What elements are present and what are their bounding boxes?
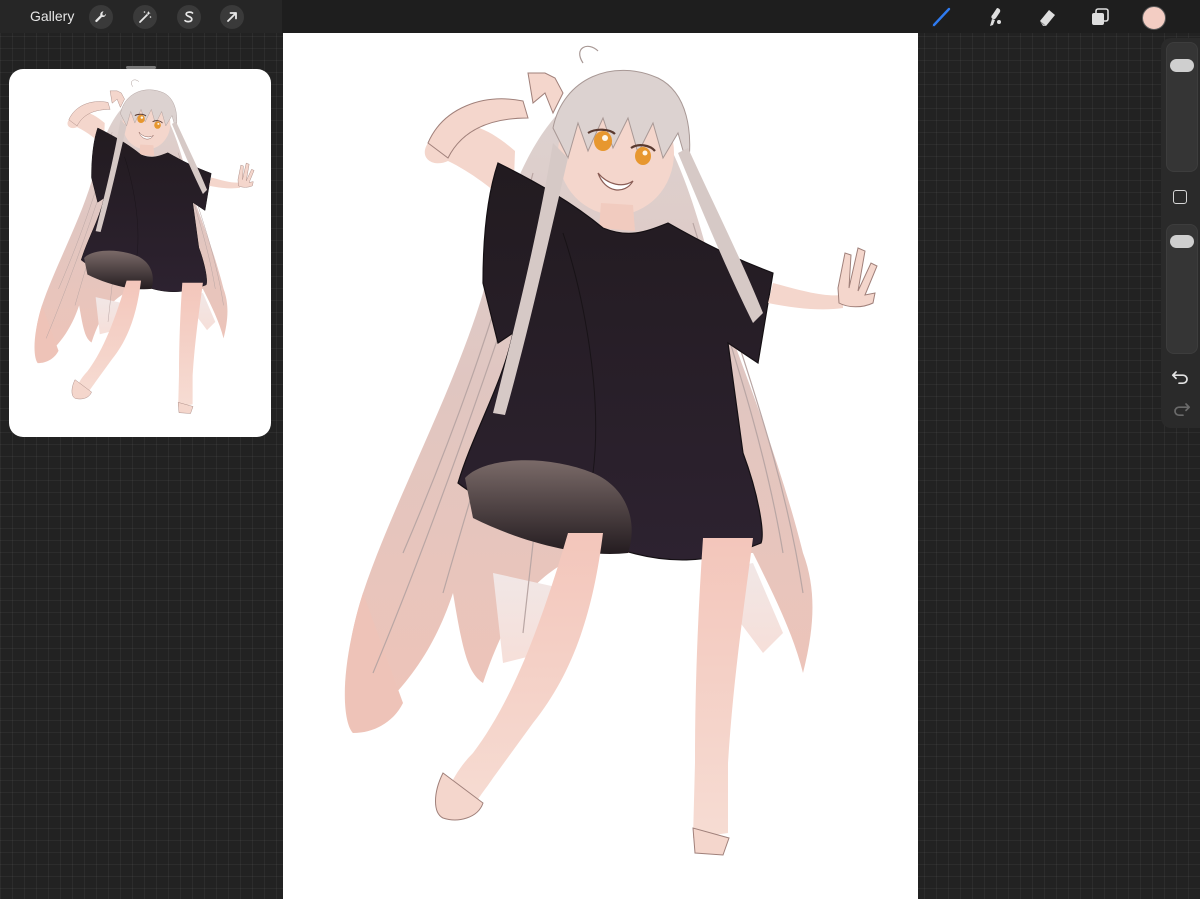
brush-icon (932, 7, 951, 27)
redo-button[interactable] (1171, 400, 1191, 418)
drawing-canvas[interactable] (283, 33, 918, 899)
undo-button[interactable] (1171, 368, 1191, 386)
opacity-slider[interactable] (1166, 224, 1198, 354)
selection-s-icon (184, 11, 194, 23)
opacity-handle[interactable] (1170, 234, 1194, 248)
transform-button[interactable] (220, 5, 244, 29)
redo-icon (1174, 403, 1191, 417)
brush-tool-button[interactable] (928, 4, 954, 30)
brush-size-handle[interactable] (1170, 59, 1194, 73)
brush-sidebar (1161, 38, 1200, 428)
modify-button[interactable] (1173, 190, 1187, 204)
layers-icon (1092, 8, 1109, 25)
smudge-tool-button[interactable] (982, 4, 1008, 30)
eraser-tool-button[interactable] (1034, 4, 1060, 30)
eraser-icon (1040, 10, 1055, 26)
actions-button[interactable] (89, 5, 113, 29)
reference-artwork-thumbnail (34, 79, 255, 414)
wrench-icon (95, 11, 107, 23)
gallery-button[interactable]: Gallery (30, 8, 74, 25)
selection-button[interactable] (177, 5, 201, 29)
color-picker-button[interactable] (1142, 6, 1166, 30)
top-toolbar: Gallery (0, 0, 1200, 33)
adjustments-button[interactable] (133, 5, 157, 29)
brush-size-slider[interactable] (1166, 42, 1198, 172)
reference-window[interactable] (9, 69, 271, 437)
layers-tool-button[interactable] (1087, 4, 1113, 30)
undo-icon (1171, 371, 1188, 385)
arrow-cursor-icon (227, 12, 237, 22)
top-toolbar-left: Gallery (0, 0, 282, 33)
magic-wand-icon (139, 11, 152, 23)
smudge-icon (990, 8, 1001, 26)
artwork (343, 45, 879, 857)
